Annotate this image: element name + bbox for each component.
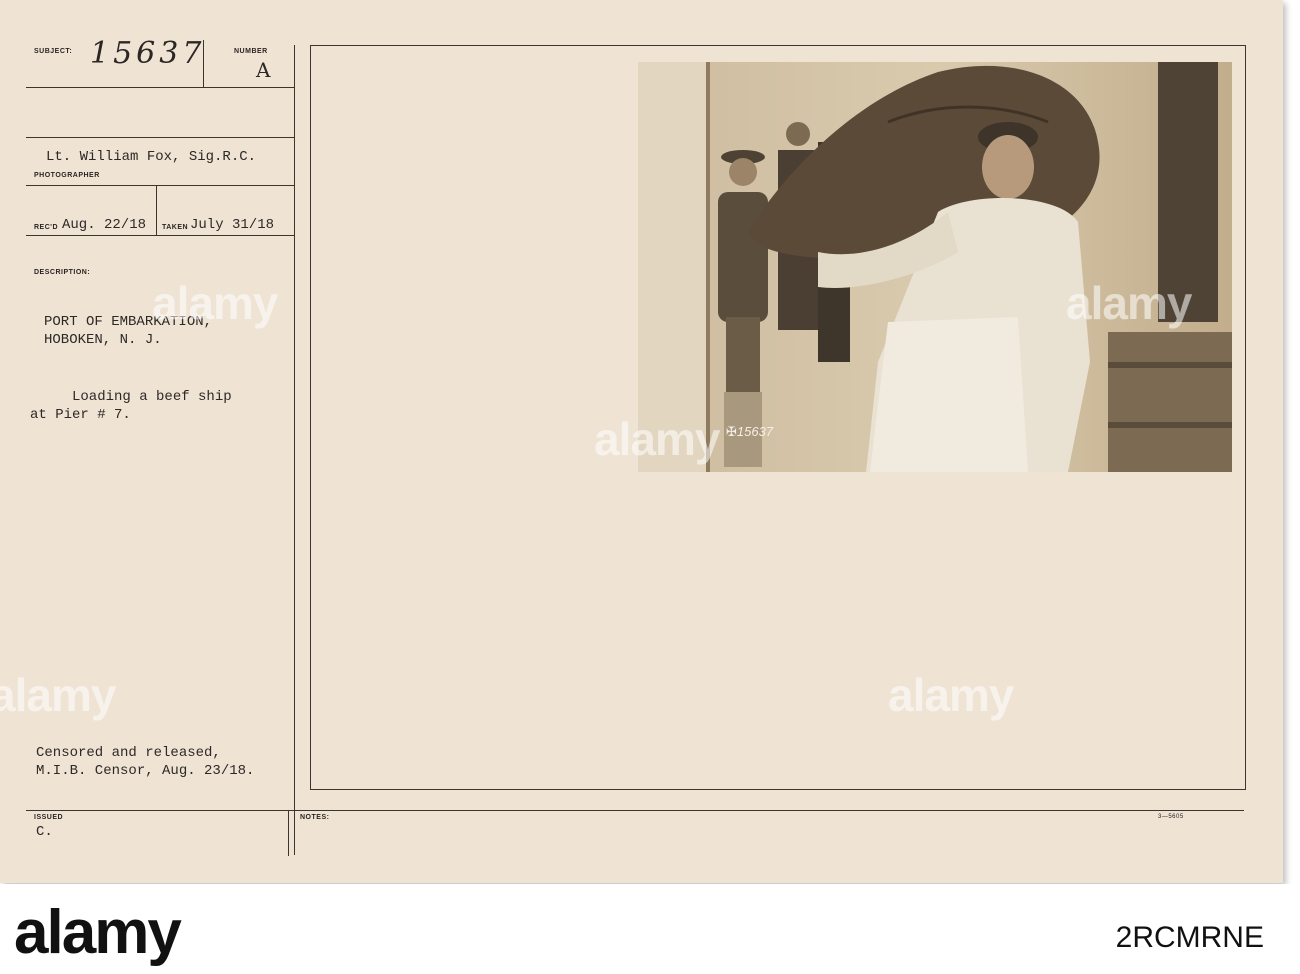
form-code: 3—5605 [1158,814,1184,820]
issued-label: ISSUED [34,814,64,821]
censor-line-1: Censored and released, [36,745,221,761]
watermark-2: alamy [1066,277,1192,329]
rule-recd [26,185,294,186]
rule-left-column [294,45,295,855]
rule-notes-divider [288,810,289,856]
watermark-1: alamy [152,277,278,329]
taken-label: TAKEN [162,224,189,231]
recd-label: REC'D [34,224,58,231]
photographer-label: PHOTOGRAPHER [34,172,100,179]
subject-number: 15637 [90,36,206,71]
subject-label: SUBJECT: [34,48,73,55]
issued-value: C. [36,824,53,840]
number-label: NUMBER [234,48,268,55]
notes-label: NOTES: [300,814,330,821]
description-line-4: at Pier # 7. [30,407,131,423]
photograph: ✠15637 [638,62,1232,472]
rule-top [26,87,294,88]
rule-issued [26,810,1244,811]
number-value: A [256,58,271,82]
stock-footer [0,884,1300,974]
watermark-4: alamy [0,669,116,721]
rule-photographer [26,137,294,138]
stock-logo: alamy [14,898,182,967]
watermark-3: alamy [594,413,720,465]
description-line-2: HOBOKEN, N. J. [44,332,162,348]
watermark-5: alamy [888,669,1014,721]
taken-value: July 31/18 [190,217,275,233]
photograph-scene [638,62,1232,472]
rule-description [26,235,294,236]
description-line-3: Loading a beef ship [72,389,232,405]
description-label: DESCRIPTION: [34,269,91,276]
rule-recd-divider [156,185,157,235]
negative-mark: ✠15637 [726,424,774,439]
image-code: 2RCMRNE [1115,921,1264,954]
recd-value: Aug. 22/18 [62,217,147,233]
photographer-name: Lt. William Fox, Sig.R.C. [46,149,257,165]
archival-record-card: SUBJECT: 15637 NUMBER A Lt. William Fox,… [0,0,1283,883]
censor-line-2: M.I.B. Censor, Aug. 23/18. [36,763,255,779]
